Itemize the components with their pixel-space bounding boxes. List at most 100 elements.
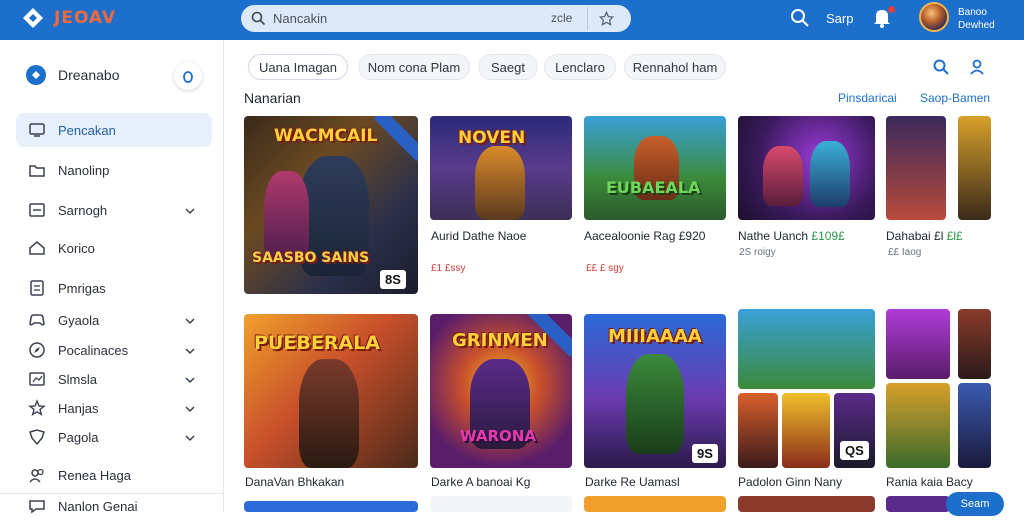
search-bar[interactable]: zcle: [241, 5, 631, 32]
game-card[interactable]: [738, 393, 778, 468]
notification-button[interactable]: [872, 6, 895, 29]
shield-icon: [28, 428, 46, 446]
character-art: [810, 141, 850, 207]
home-icon: [28, 239, 46, 257]
game-card[interactable]: [584, 496, 726, 512]
game-meta: 2S roigy: [739, 247, 776, 258]
search-icon: [251, 11, 266, 31]
game-card[interactable]: [244, 501, 418, 512]
sidebar-item-0[interactable]: Pencakan: [16, 113, 212, 147]
chip-0[interactable]: Uana Imagan: [248, 54, 348, 80]
game-card[interactable]: EUBAEALA: [584, 116, 726, 220]
sidebar-item-10[interactable]: Renea Haga: [16, 458, 212, 492]
header-search-button[interactable]: [790, 8, 810, 33]
score-badge: 8S: [380, 270, 406, 289]
game-name[interactable]: Nathe Uanch £109£: [738, 229, 845, 243]
game-name[interactable]: DanaVan Bhkakan: [245, 475, 344, 489]
content-profile-button[interactable]: [968, 58, 986, 81]
chip-2[interactable]: Saegt: [478, 54, 538, 80]
corner-ribbon: [373, 116, 418, 162]
sidebar-item-4[interactable]: Pmrigas: [16, 271, 212, 305]
sidebar-item-label: Renea Haga: [58, 467, 131, 483]
logo-text: JEOAV: [54, 8, 117, 28]
chevron-down-icon[interactable]: [184, 431, 196, 443]
game-card[interactable]: [886, 496, 950, 512]
character-art: [626, 354, 684, 454]
chip-3[interactable]: Lenclaro: [544, 54, 616, 80]
search-input[interactable]: [273, 9, 493, 28]
compass-icon: [28, 341, 46, 359]
game-card[interactable]: PUEBERALA: [244, 314, 418, 468]
game-card[interactable]: NOVEN: [430, 116, 572, 220]
sidebar-header[interactable]: Dreanabo: [26, 65, 120, 85]
sidebar-item-label: Nanolinp: [58, 162, 110, 178]
game-name[interactable]: Padolon Ginn Nany: [738, 475, 842, 489]
sidebar-item-label: Hanjas: [58, 400, 99, 416]
app-logo[interactable]: JEOAV: [22, 7, 116, 29]
game-name[interactable]: Aurid Dathe Naoe: [431, 229, 526, 243]
avatar[interactable]: [919, 2, 949, 32]
chevron-down-icon[interactable]: [184, 314, 196, 326]
game-name[interactable]: Darke A banoai Kg: [431, 475, 530, 489]
sidebar-item-label: Nanlon Genai: [58, 498, 138, 514]
sidebar-item-3[interactable]: Korico: [16, 231, 212, 265]
game-title: WACMCAIL: [274, 126, 378, 146]
game-card[interactable]: [782, 393, 830, 468]
chevron-down-icon[interactable]: [184, 204, 196, 216]
sidebar-item-9[interactable]: Pagola: [16, 420, 212, 454]
game-card[interactable]: QS: [834, 393, 875, 468]
sidebar-item-5[interactable]: Gyaola: [16, 303, 212, 337]
chip-1[interactable]: Nom cona Plam: [358, 54, 470, 80]
floating-action-button[interactable]: Seam: [946, 492, 1004, 516]
score-badge: 9S: [692, 444, 718, 463]
content-search-button[interactable]: [932, 58, 950, 81]
chevron-down-icon[interactable]: [184, 373, 196, 385]
folder-icon: [28, 161, 46, 179]
game-card[interactable]: [958, 383, 991, 468]
sidebar-item-1[interactable]: Nanolinp: [16, 153, 212, 187]
game-card[interactable]: [430, 496, 572, 512]
user-group-icon: [28, 466, 46, 484]
game-card[interactable]: [886, 309, 950, 379]
game-price: £l£: [946, 229, 963, 243]
game-card[interactable]: [738, 496, 875, 512]
game-name[interactable]: Darke Re Uamasl: [585, 475, 680, 489]
sign-in-link[interactable]: Sarp: [826, 11, 853, 26]
game-price: £109£: [811, 229, 845, 243]
game-name[interactable]: Dahabai £l £l£: [886, 229, 963, 243]
sidebar-toggle-button[interactable]: [174, 62, 202, 90]
game-card[interactable]: WACMCAIL SAASBO SAINS 8S: [244, 116, 418, 294]
game-name[interactable]: Rania kaia Bacy: [886, 475, 973, 489]
sidebar-title: Dreanabo: [58, 67, 120, 83]
game-card[interactable]: GRINMEN WARONA: [430, 314, 572, 468]
chart-icon: [28, 370, 46, 388]
game-card[interactable]: [958, 116, 991, 220]
game-name-text: Dahabai £l: [886, 229, 944, 243]
game-card[interactable]: [886, 383, 950, 468]
sidebar-item-label: Pocalinaces: [58, 342, 129, 358]
chip-4[interactable]: Rennahol ham: [624, 54, 726, 80]
game-card[interactable]: [958, 309, 991, 379]
sidebar-item-2[interactable]: Sarnogh: [16, 193, 212, 227]
game-card[interactable]: MIIIAAAA 9S: [584, 314, 726, 468]
notification-dot: [888, 6, 895, 13]
chat-icon: [28, 497, 46, 515]
chevron-down-icon[interactable]: [184, 344, 196, 356]
star-icon: [28, 399, 46, 417]
monitor-icon: [28, 121, 46, 139]
search-hint: zcle: [551, 11, 573, 25]
character-art: [763, 146, 803, 206]
section-link-1[interactable]: Pinsdaricai: [838, 91, 897, 105]
sidebar-item-11[interactable]: Nanlon Genai: [16, 489, 212, 523]
game-card[interactable]: [886, 116, 946, 220]
gamepad-icon: [28, 311, 46, 329]
user-info[interactable]: Banoo Dewhed: [958, 6, 995, 32]
favorite-star-button[interactable]: [587, 7, 625, 30]
game-name[interactable]: Aacealoonie Rag £920: [584, 229, 705, 243]
section-link-2[interactable]: Saop-Bamen: [920, 91, 990, 105]
sidebar-divider: [0, 493, 224, 494]
game-card[interactable]: [738, 309, 875, 389]
chevron-down-icon[interactable]: [184, 402, 196, 414]
game-card[interactable]: [738, 116, 875, 220]
top-bar: JEOAV zcle Sarp Banoo Dewhed: [0, 0, 1024, 40]
